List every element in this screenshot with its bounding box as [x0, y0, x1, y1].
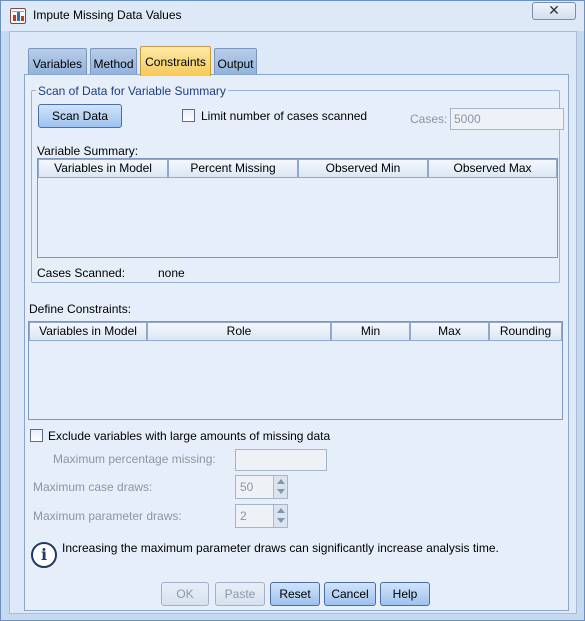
scan-groupbox: Scan of Data for Variable Summary Scan D… [31, 84, 564, 283]
dialog-body: Variables Method Constraints Output Scan… [9, 31, 577, 614]
max-case-draws-value: 50 [240, 480, 254, 494]
reset-label: Reset [279, 587, 311, 601]
column-header[interactable]: Max [410, 322, 489, 341]
variable-summary-label: Variable Summary: [37, 144, 139, 158]
max-parameter-draws-value: 2 [240, 509, 247, 523]
constraints-table[interactable]: Variables in Model Role Min Max Rounding [28, 321, 563, 420]
column-header[interactable]: Observed Min [298, 159, 428, 178]
cases-scanned-label: Cases Scanned: [37, 266, 126, 280]
column-header[interactable]: Role [147, 322, 331, 341]
column-header[interactable]: Percent Missing [168, 159, 298, 178]
spinner-arrows[interactable] [273, 505, 287, 527]
paste-label: Paste [224, 587, 256, 601]
variable-summary-header: Variables in Model Percent Missing Obser… [38, 159, 557, 179]
spinner-up-icon[interactable] [277, 479, 285, 484]
max-parameter-draws-spinner[interactable]: 2 [235, 504, 288, 528]
tab-label: Variables [32, 57, 83, 71]
dialog-window: Impute Missing Data Values ✕ Variables M… [0, 0, 585, 621]
close-icon: ✕ [548, 2, 560, 18]
exclude-variables-checkbox[interactable] [30, 429, 43, 442]
cases-label: Cases: [410, 112, 448, 126]
tab-label: Constraints [145, 55, 206, 69]
tab-variables[interactable]: Variables [28, 48, 87, 74]
spinner-down-icon[interactable] [277, 518, 285, 523]
constraints-header: Variables in Model Role Min Max Rounding [29, 322, 562, 342]
spinner-arrows[interactable] [273, 476, 287, 498]
spinner-down-icon[interactable] [277, 489, 285, 494]
column-header[interactable]: Variables in Model [29, 322, 147, 341]
tab-label: Method [93, 57, 134, 71]
spinner-up-icon[interactable] [277, 508, 285, 513]
cancel-label: Cancel [331, 587, 369, 601]
column-header[interactable]: Rounding [489, 322, 562, 341]
constraints-panel: Scan of Data for Variable Summary Scan D… [24, 74, 569, 611]
cases-value: 5000 [454, 112, 481, 126]
define-constraints-label: Define Constraints: [29, 302, 132, 316]
tab-output[interactable]: Output [214, 48, 257, 74]
max-percentage-input[interactable] [235, 449, 327, 471]
max-parameter-draws-label: Maximum parameter draws: [33, 509, 182, 523]
paste-button[interactable]: Paste [215, 582, 265, 606]
cases-scanned-value: none [158, 266, 185, 280]
title-bar[interactable]: Impute Missing Data Values ✕ [1, 1, 584, 31]
spss-app-icon [10, 8, 26, 24]
column-header[interactable]: Min [331, 322, 410, 341]
column-header[interactable]: Variables in Model [38, 159, 168, 178]
close-button[interactable]: ✕ [532, 2, 576, 20]
ok-label: OK [176, 587, 194, 601]
info-icon: i [31, 542, 57, 568]
reset-button[interactable]: Reset [270, 582, 320, 606]
tab-constraints[interactable]: Constraints [140, 46, 211, 76]
window-title: Impute Missing Data Values [33, 8, 182, 22]
limit-cases-checkbox[interactable] [182, 109, 195, 122]
limit-cases-label: Limit number of cases scanned [201, 109, 368, 123]
info-message: Increasing the maximum parameter draws c… [62, 541, 499, 555]
scan-data-button[interactable]: Scan Data [38, 104, 122, 128]
max-case-draws-label: Maximum case draws: [33, 480, 153, 494]
help-button[interactable]: Help [380, 582, 430, 606]
variable-summary-table[interactable]: Variables in Model Percent Missing Obser… [37, 158, 558, 258]
ok-button[interactable]: OK [161, 582, 209, 606]
tab-method[interactable]: Method [90, 48, 137, 74]
scan-data-label: Scan Data [51, 109, 109, 123]
cancel-button[interactable]: Cancel [324, 582, 376, 606]
max-percentage-label: Maximum percentage missing: [53, 452, 216, 466]
help-label: Help [392, 587, 418, 601]
max-case-draws-spinner[interactable]: 50 [235, 475, 288, 499]
cases-input[interactable]: 5000 [450, 108, 564, 130]
scan-group-legend: Scan of Data for Variable Summary [36, 84, 228, 98]
tab-label: Output [217, 57, 254, 71]
exclude-variables-label: Exclude variables with large amounts of … [48, 429, 331, 443]
column-header[interactable]: Observed Max [428, 159, 557, 178]
